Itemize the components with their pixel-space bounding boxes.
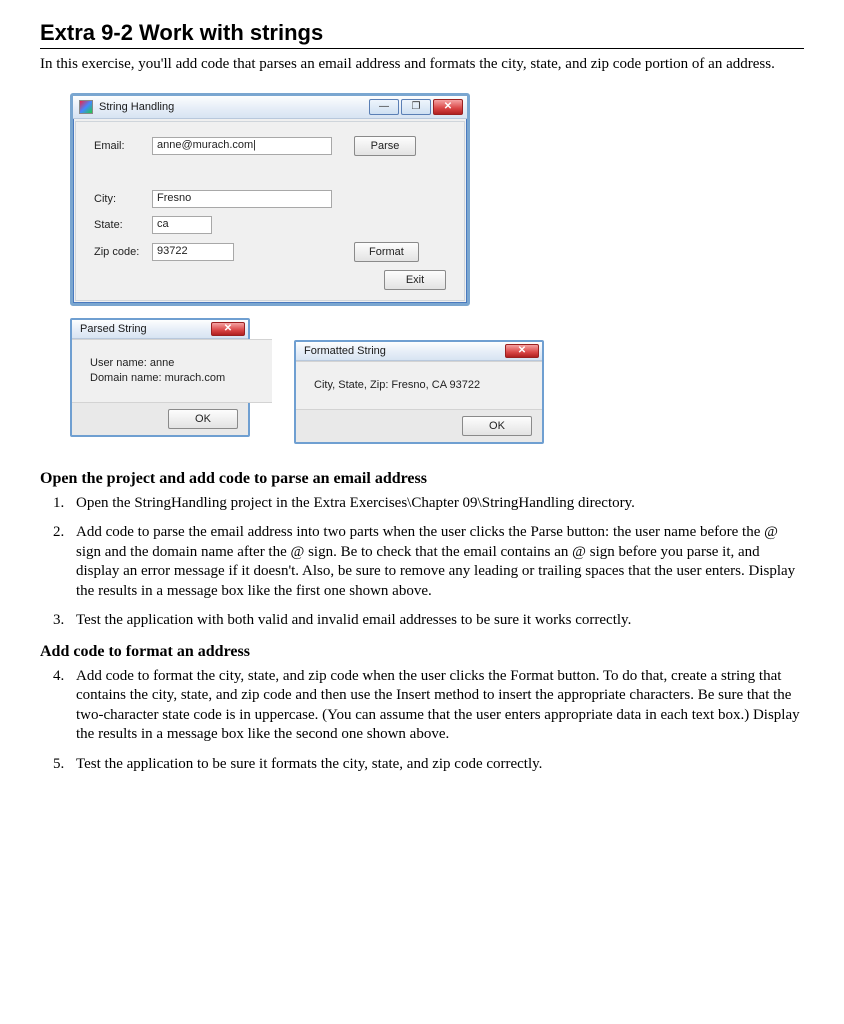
- window-title: String Handling: [99, 101, 369, 113]
- close-button[interactable]: ✕: [505, 344, 539, 358]
- string-handling-window: String Handling — ❐ ✕ Email: anne@murach…: [70, 93, 470, 306]
- city-label: City:: [94, 193, 152, 205]
- dialog-content: City, State, Zip: Fresno, CA 93722: [296, 361, 542, 410]
- dialog-title: Formatted String: [304, 345, 505, 357]
- step-2: Add code to parse the email address into…: [68, 523, 804, 601]
- zip-label: Zip code:: [94, 246, 152, 258]
- ok-button[interactable]: OK: [168, 409, 238, 429]
- step-1: Open the StringHandling project in the E…: [68, 494, 804, 514]
- intro-text: In this exercise, you'll add code that p…: [40, 55, 804, 75]
- window-client-area: Email: anne@murach.com| Parse City: Fres…: [75, 121, 465, 301]
- page-title: Extra 9-2 Work with strings: [40, 20, 804, 49]
- parse-button[interactable]: Parse: [354, 136, 416, 156]
- dialog-titlebar[interactable]: Parsed String ✕: [72, 320, 248, 339]
- dialog-titlebar[interactable]: Formatted String ✕: [296, 342, 542, 361]
- state-label: State:: [94, 219, 152, 231]
- window-titlebar[interactable]: String Handling — ❐ ✕: [73, 96, 467, 119]
- close-button[interactable]: ✕: [211, 322, 245, 336]
- step-5: Test the application to be sure it forma…: [68, 755, 804, 775]
- parsed-string-dialog: Parsed String ✕ User name: anne Domain n…: [70, 318, 250, 438]
- app-icon: [79, 100, 93, 114]
- step-3: Test the application with both valid and…: [68, 611, 804, 631]
- step-4: Add code to format the city, state, and …: [68, 667, 804, 745]
- state-input[interactable]: ca: [152, 216, 212, 234]
- parsed-line-1: User name: anne: [90, 356, 254, 371]
- minimize-button[interactable]: —: [369, 99, 399, 115]
- formatted-string-dialog: Formatted String ✕ City, State, Zip: Fre…: [294, 340, 544, 444]
- window-controls: — ❐ ✕: [369, 99, 463, 115]
- zip-input[interactable]: 93722: [152, 243, 234, 261]
- close-button[interactable]: ✕: [433, 99, 463, 115]
- formatted-line-1: City, State, Zip: Fresno, CA 93722: [314, 378, 524, 393]
- section-heading-1: Open the project and add code to parse a…: [40, 470, 804, 488]
- dialog-title: Parsed String: [80, 323, 211, 335]
- email-input[interactable]: anne@murach.com|: [152, 137, 332, 155]
- email-label: Email:: [94, 140, 152, 152]
- exit-button[interactable]: Exit: [384, 270, 446, 290]
- ok-button[interactable]: OK: [462, 416, 532, 436]
- dialog-content: User name: anne Domain name: murach.com: [72, 339, 272, 404]
- parsed-line-2: Domain name: murach.com: [90, 371, 254, 386]
- city-input[interactable]: Fresno: [152, 190, 332, 208]
- maximize-button[interactable]: ❐: [401, 99, 431, 115]
- section-heading-2: Add code to format an address: [40, 643, 804, 661]
- format-button[interactable]: Format: [354, 242, 419, 262]
